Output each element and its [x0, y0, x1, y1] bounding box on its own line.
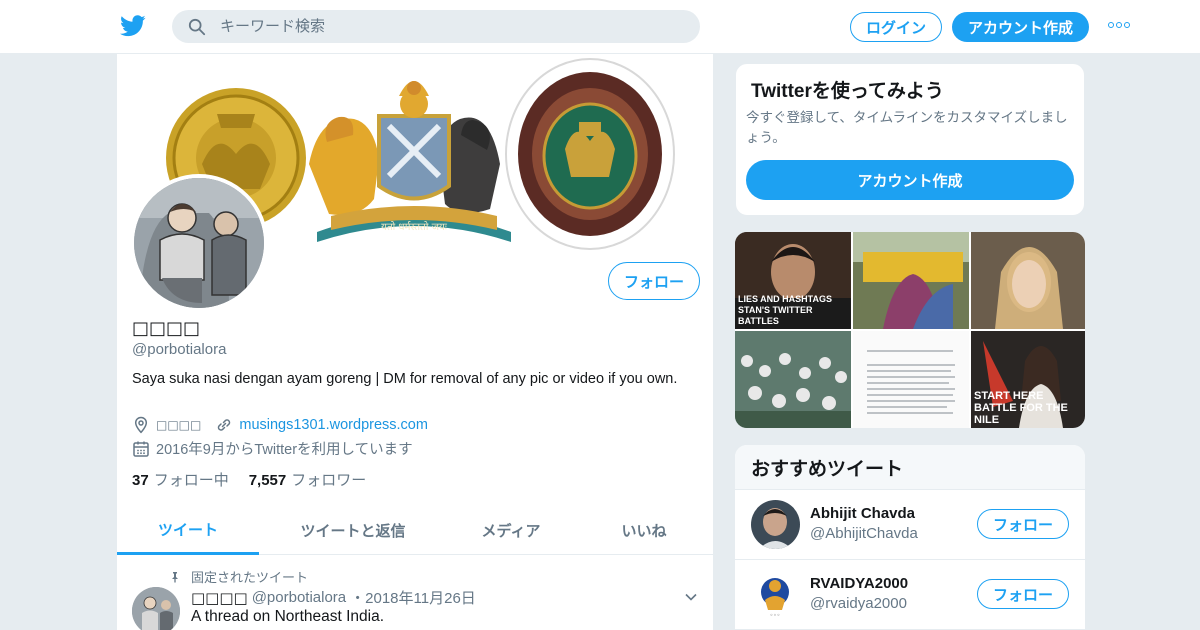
search-icon: [188, 18, 206, 35]
chevron-down-icon[interactable]: [684, 590, 698, 604]
follow-counts: 37 フォロー中 7,557 フォロワー: [132, 469, 366, 490]
location-pin-icon: [134, 416, 148, 434]
media-grid: LIES AND HASHTAGS STAN'S TWITTER BATTLES…: [735, 232, 1085, 428]
recommended-account-name[interactable]: Abhijit Chavda: [810, 505, 915, 522]
pinned-tweet-label: 固定されたツイート: [169, 567, 308, 586]
profile-bio: Saya suka nasi dengan ayam goreng | DM f…: [132, 371, 678, 387]
banner-motto: यतो धर्मस्ततो जयः: [381, 221, 448, 233]
recommended-follow-button[interactable]: フォロー: [977, 579, 1069, 609]
tab-tweets-and-replies[interactable]: ツイートと返信: [259, 506, 447, 555]
login-button[interactable]: ログイン: [850, 12, 942, 42]
follow-button[interactable]: フォロー: [608, 262, 700, 300]
profile-tabs: ツイート ツイートと返信 メディア いいね: [117, 506, 713, 555]
profile-meta-row: □□□□ musings1301.wordpress.com: [132, 416, 428, 434]
tweet-date[interactable]: ・2018年11月26日: [350, 587, 476, 608]
search-input[interactable]: [220, 18, 680, 35]
signup-card-description: 今すぐ登録して、タイムラインをカスタマイズしましょう。: [746, 110, 1068, 145]
media-tile[interactable]: START HERE BATTLE FOR THE NILE: [971, 331, 1085, 428]
profile-location: □□□□: [156, 418, 202, 432]
media-tile[interactable]: [971, 232, 1085, 329]
top-navigation-bar: ログイン アカウント作成: [0, 0, 1200, 54]
following-count-link[interactable]: 37 フォロー中: [132, 469, 229, 490]
recommended-account[interactable]: Abhijit Chavda @AbhijitChavda フォロー: [735, 490, 1085, 560]
recommended-account-avatar[interactable]: [751, 500, 800, 549]
media-tile-caption: START HERE BATTLE FOR THE NILE: [974, 390, 1068, 426]
recommended-account-avatar[interactable]: ◦◦◦: [751, 570, 800, 619]
twitter-bird-icon[interactable]: [120, 14, 146, 38]
tweet-author-avatar[interactable]: [132, 587, 180, 630]
svg-text:◦◦◦: ◦◦◦: [770, 612, 781, 619]
tweet-author-handle[interactable]: @porbotialora: [252, 589, 346, 606]
recommended-follow-button[interactable]: フォロー: [977, 509, 1069, 539]
pinned-tweet-header: □□□□ @porbotialora ・2018年11月26日: [191, 587, 476, 608]
recommended-account-handle[interactable]: @rvaidya2000: [810, 595, 907, 612]
tab-tweets[interactable]: ツイート: [117, 506, 259, 555]
profile-website-link[interactable]: musings1301.wordpress.com: [239, 417, 428, 433]
more-options-icon[interactable]: [1108, 22, 1130, 30]
media-tile[interactable]: LIES AND HASHTAGS STAN'S TWITTER BATTLES: [735, 232, 851, 329]
recommended-tweets-card: おすすめツイート Abhijit Chavda @AbhijitChavda フ…: [735, 445, 1085, 630]
tweet-author-name[interactable]: □□□□: [191, 589, 248, 607]
profile-handle[interactable]: @porbotialora: [132, 341, 226, 358]
media-tile[interactable]: [853, 331, 969, 428]
profile-avatar[interactable]: [130, 174, 268, 312]
recommended-account[interactable]: ◦◦◦ RVAIDYA2000 @rvaidya2000 フォロー: [735, 560, 1085, 630]
recommended-title: おすすめツイート: [735, 445, 1085, 490]
profile-joined-row: 2016年9月からTwitterを利用しています: [132, 438, 413, 459]
media-tile[interactable]: [853, 232, 969, 329]
recommended-account-name[interactable]: RVAIDYA2000: [810, 575, 908, 592]
signup-button[interactable]: アカウント作成: [952, 12, 1089, 42]
tweet-text: A thread on Northeast India.: [191, 608, 385, 625]
profile-column: यतो धर्मस्ततो जयः フォロー □□□□ @porbotialor…: [116, 54, 714, 630]
media-tile-caption: LIES AND HASHTAGS STAN'S TWITTER BATTLES: [738, 294, 833, 326]
signup-card-title: Twitterを使ってみよう: [751, 81, 944, 102]
tab-media[interactable]: メディア: [447, 506, 575, 555]
pin-icon: [172, 571, 178, 582]
profile-joined-date: 2016年9月からTwitterを利用しています: [156, 442, 413, 458]
profile-display-name: □□□□: [132, 318, 201, 339]
media-tile[interactable]: [735, 331, 851, 428]
signup-card-button[interactable]: アカウント作成: [746, 160, 1074, 200]
followers-count-link[interactable]: 7,557 フォロワー: [249, 469, 367, 490]
recommended-account-handle[interactable]: @AbhijitChavda: [810, 525, 918, 542]
search-box[interactable]: [172, 10, 700, 43]
tab-likes[interactable]: いいね: [575, 506, 713, 555]
signup-promo-card: Twitterを使ってみよう 今すぐ登録して、タイムラインをカスタマイズしましょ…: [735, 63, 1085, 216]
link-icon: [218, 419, 231, 431]
calendar-icon: [133, 441, 149, 457]
